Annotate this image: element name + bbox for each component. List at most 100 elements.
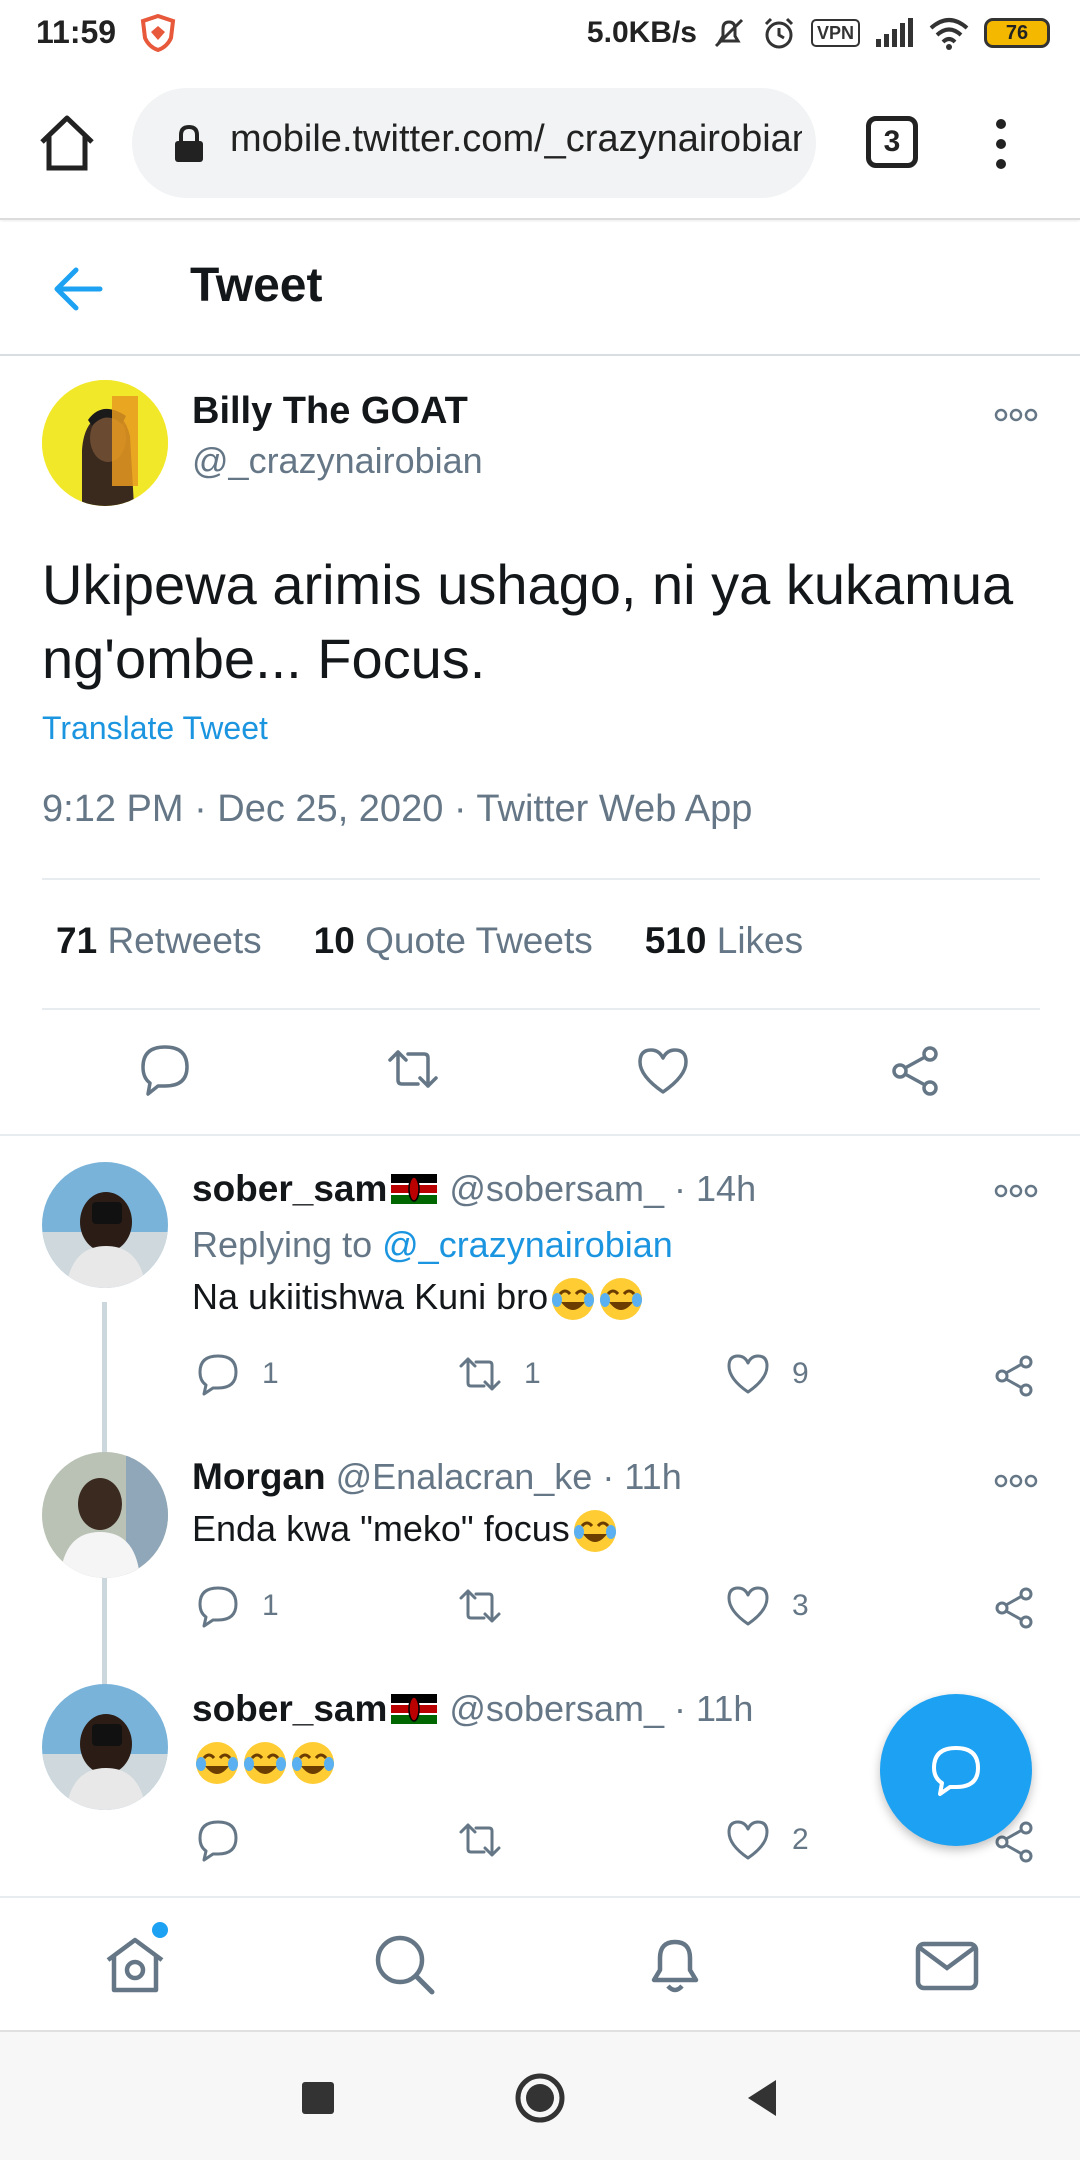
reply-header: Morgan @Enalacran_ke · 11h xyxy=(192,1456,682,1498)
translate-tweet-link[interactable]: Translate Tweet xyxy=(42,710,268,747)
notifications-tab-icon[interactable] xyxy=(642,1932,708,1998)
like-count: 2 xyxy=(792,1823,809,1856)
reply-count: 1 xyxy=(262,1357,279,1390)
messages-tab-icon[interactable] xyxy=(914,1932,980,1998)
retweet-action[interactable]: 1 xyxy=(458,1352,541,1396)
reply-time: · 11h xyxy=(674,1688,754,1729)
recent-apps-icon[interactable] xyxy=(292,2072,344,2124)
like-action[interactable]: 9 xyxy=(726,1352,809,1396)
quote-tweets-stat[interactable]: 10 Quote Tweets xyxy=(314,920,593,962)
reply-avatar[interactable] xyxy=(42,1452,168,1578)
reply-avatar[interactable] xyxy=(42,1162,168,1288)
home-icon[interactable] xyxy=(36,112,98,174)
reply-icon xyxy=(198,1354,238,1396)
retweet-icon xyxy=(459,1357,501,1391)
retweet-action[interactable] xyxy=(458,1818,524,1862)
tears-of-joy-emoji-icon xyxy=(573,1510,616,1553)
bottom-navigation xyxy=(0,1896,1080,2030)
alarm-icon xyxy=(764,17,794,49)
search-tab-icon[interactable] xyxy=(372,1932,438,1998)
system-back-icon[interactable] xyxy=(736,2072,788,2124)
page-title: Tweet xyxy=(190,259,323,312)
reply-header: sober_sam @sobersam_ · 11h xyxy=(192,1688,753,1730)
address-bar[interactable]: mobile.twitter.com/_crazynairobian xyxy=(132,88,816,198)
more-options-icon[interactable] xyxy=(994,1474,1038,1488)
reply-author-name[interactable]: sober_sam xyxy=(192,1688,387,1730)
reply-icon[interactable] xyxy=(138,1042,192,1096)
signal-icon xyxy=(876,18,913,47)
retweet-action[interactable] xyxy=(458,1584,524,1628)
network-speed: 5.0KB/s xyxy=(586,16,697,49)
author-handle[interactable]: @_crazynairobian xyxy=(192,440,483,482)
reply-text: Enda kwa "meko" focus xyxy=(192,1508,618,1554)
reply-text xyxy=(192,1740,336,1786)
retweet-icon[interactable] xyxy=(386,1042,440,1096)
reply-author-name[interactable]: sober_sam xyxy=(192,1168,387,1210)
reply-icon xyxy=(198,1820,238,1862)
notification-dot xyxy=(152,1922,168,1938)
retweets-stat[interactable]: 71 Retweets xyxy=(56,920,262,962)
tears-of-joy-emoji-icon xyxy=(552,1278,595,1321)
replying-to: Replying to @_crazynairobian xyxy=(192,1224,673,1265)
divider xyxy=(0,1134,1080,1136)
shield-icon xyxy=(140,14,176,52)
system-navigation-bar xyxy=(0,2030,1080,2160)
tears-of-joy-emoji-icon xyxy=(196,1742,238,1785)
reply-author-name[interactable]: Morgan xyxy=(192,1456,326,1498)
reply-handle[interactable]: @sobersam_ xyxy=(449,1688,664,1730)
compose-reply-button[interactable] xyxy=(880,1694,1032,1846)
share-icon[interactable] xyxy=(992,1354,1036,1398)
reply-action[interactable]: 1 xyxy=(196,1352,279,1396)
reply-header: sober_sam @sobersam_ · 14h xyxy=(192,1168,756,1210)
status-time: 11:59 xyxy=(36,14,117,50)
tears-of-joy-emoji-icon xyxy=(244,1742,286,1785)
url-text[interactable]: mobile.twitter.com/_crazynairobian xyxy=(230,118,802,161)
more-options-icon[interactable] xyxy=(994,1184,1038,1198)
retweet-icon xyxy=(459,1589,501,1623)
share-icon[interactable] xyxy=(888,1044,942,1098)
reply-time: · 11h xyxy=(602,1456,682,1497)
lock-icon xyxy=(175,124,203,162)
tweet-timestamp[interactable]: 9:12 PM · Dec 25, 2020 · Twitter Web App xyxy=(42,788,752,831)
author-name[interactable]: Billy The GOAT xyxy=(192,390,468,433)
more-options-icon[interactable] xyxy=(994,408,1038,422)
status-bar: 11:59 5.0KB/s VPN 76 xyxy=(0,0,1080,66)
reply-count: 1 xyxy=(262,1589,279,1622)
reply-icon xyxy=(198,1586,238,1628)
kenya-flag-icon xyxy=(391,1174,438,1204)
home-tab-icon[interactable] xyxy=(102,1932,168,1998)
reply-action[interactable] xyxy=(196,1818,262,1862)
tears-of-joy-emoji-icon xyxy=(292,1742,334,1785)
like-action[interactable]: 3 xyxy=(726,1584,809,1628)
status-indicators: 5.0KB/s VPN 76 xyxy=(587,12,1050,54)
back-arrow-icon[interactable] xyxy=(52,266,104,312)
tweet-text: Ukipewa arimis ushago, ni ya kukamua ng'… xyxy=(42,553,1014,690)
reply-time: · 14h xyxy=(674,1168,757,1209)
like-heart-icon xyxy=(727,1586,769,1626)
vpn-badge: VPN xyxy=(810,19,860,47)
overflow-menu-icon[interactable] xyxy=(986,116,1016,172)
author-avatar[interactable] xyxy=(42,380,168,506)
retweet-count: 1 xyxy=(524,1357,541,1390)
browser-toolbar: mobile.twitter.com/_crazynairobian 3 xyxy=(0,66,1080,220)
like-heart-icon xyxy=(727,1354,769,1394)
compose-bubble-icon xyxy=(932,1746,980,1796)
like-heart-icon[interactable] xyxy=(636,1044,690,1098)
reply-handle[interactable]: @Enalacran_ke xyxy=(336,1456,593,1498)
reply-text: Na ukiitishwa Kuni bro xyxy=(192,1276,644,1322)
reply-avatar[interactable] xyxy=(42,1684,168,1810)
like-count: 3 xyxy=(792,1589,809,1622)
like-action[interactable]: 2 xyxy=(726,1818,809,1862)
mute-bell-icon xyxy=(714,18,744,48)
likes-stat[interactable]: 510 Likes xyxy=(645,920,803,962)
tears-of-joy-emoji-icon xyxy=(600,1278,643,1321)
tweet-stats: 71 Retweets 10 Quote Tweets 510 Likes xyxy=(56,920,803,962)
reply-handle[interactable]: @sobersam_ xyxy=(449,1168,664,1210)
replying-to-link[interactable]: @_crazynairobian xyxy=(382,1224,673,1265)
system-home-icon[interactable] xyxy=(514,2072,566,2124)
kenya-flag-icon xyxy=(391,1694,438,1724)
reply-action[interactable]: 1 xyxy=(196,1584,279,1628)
share-icon[interactable] xyxy=(992,1586,1036,1630)
retweet-icon xyxy=(459,1823,501,1857)
tab-switcher-button[interactable]: 3 xyxy=(866,116,918,168)
